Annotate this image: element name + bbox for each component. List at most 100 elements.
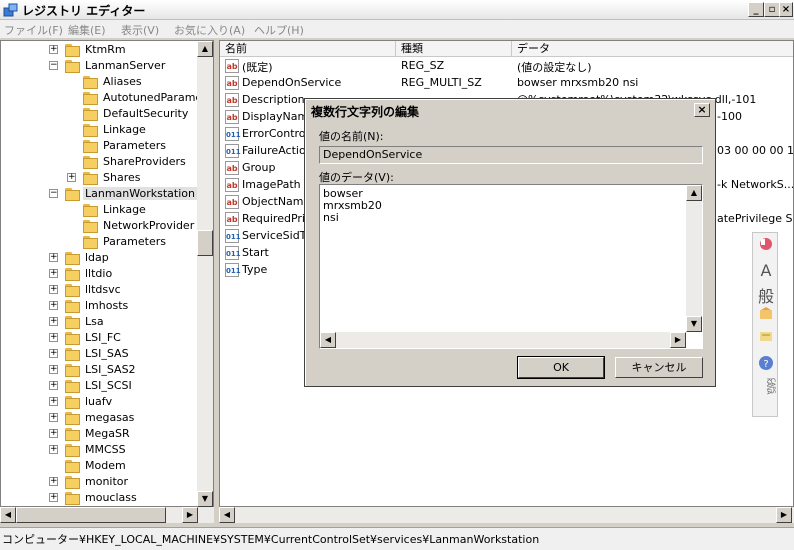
expand-icon[interactable]: + — [49, 397, 58, 406]
scroll-thumb[interactable] — [197, 230, 213, 256]
dialog-title-bar[interactable]: 複数行文字列の編集 × — [307, 101, 713, 119]
expand-icon[interactable]: + — [49, 253, 58, 262]
tree-item[interactable]: Parameters — [1, 234, 197, 250]
scroll-left-button[interactable]: ◀ — [0, 507, 16, 523]
tree-item[interactable]: + ldap — [1, 250, 197, 266]
textarea-vertical-scrollbar[interactable]: ▲ ▼ — [686, 185, 702, 332]
tree-item[interactable]: + LSI_SAS — [1, 346, 197, 362]
scroll-left-button[interactable]: ◀ — [320, 332, 336, 348]
expand-icon[interactable]: + — [49, 45, 58, 54]
scroll-left-button[interactable]: ◀ — [219, 507, 235, 523]
tree-item[interactable]: + mouclass — [1, 490, 197, 506]
string-value-icon: ab — [225, 212, 239, 226]
tree-item[interactable]: Parameters — [1, 138, 197, 154]
tree-item[interactable]: AutotunedParamet — [1, 90, 207, 106]
menu-edit[interactable]: 編集(E) — [68, 22, 106, 38]
tree-item[interactable]: + luafv — [1, 394, 197, 410]
tree-item-label: megasas — [85, 411, 135, 424]
textarea-horizontal-scrollbar[interactable]: ◀ ▶ — [320, 332, 686, 348]
close-window-button[interactable]: × — [779, 2, 793, 17]
expand-icon[interactable]: + — [49, 445, 58, 454]
menu-favorites[interactable]: お気に入り(A) — [174, 22, 245, 38]
list-horizontal-scrollbar[interactable]: ◀ ▶ — [219, 507, 794, 523]
expand-icon[interactable]: + — [67, 173, 76, 182]
expand-icon[interactable]: + — [49, 493, 58, 502]
tree-item-label: Parameters — [103, 139, 166, 152]
dialog-close-button[interactable]: × — [694, 103, 710, 117]
scroll-up-button[interactable]: ▲ — [197, 41, 213, 57]
value-data-textarea[interactable]: bowser mrxsmb20 nsi ▲ ▼ ◀ ▶ — [319, 184, 703, 349]
tree-item[interactable]: + MegaSR — [1, 426, 197, 442]
tree-item[interactable]: NetworkProvider — [1, 218, 197, 234]
scroll-right-button[interactable]: ▶ — [182, 507, 198, 523]
scroll-right-button[interactable]: ▶ — [670, 332, 686, 348]
menu-view[interactable]: 表示(V) — [121, 22, 159, 38]
minimize-button[interactable]: _ — [748, 2, 764, 17]
column-header-data[interactable]: データ — [512, 41, 793, 57]
registry-value-row[interactable]: ab DependOnService REG_MULTI_SZ bowser mrxs… — [220, 75, 793, 92]
expand-icon[interactable]: + — [49, 365, 58, 374]
column-header-type[interactable]: 種類 — [396, 41, 512, 57]
value-data: 03 00 00 00 14... — [717, 144, 794, 157]
expand-icon[interactable]: + — [49, 301, 58, 310]
ok-button[interactable]: OK — [517, 356, 605, 379]
tree-item[interactable]: Linkage — [1, 122, 197, 138]
menu-file[interactable]: ファイル(F) — [4, 22, 63, 38]
tree-horizontal-scrollbar[interactable]: ◀ ▶ — [0, 507, 214, 523]
menu-help[interactable]: ヘルプ(H) — [254, 22, 304, 38]
tree-item[interactable]: + KtmRm — [1, 42, 197, 58]
scroll-up-button[interactable]: ▲ — [686, 185, 702, 201]
expand-icon[interactable]: + — [49, 349, 58, 358]
tree-item[interactable]: + Shares — [1, 170, 197, 186]
folder-icon — [65, 460, 81, 473]
expand-icon[interactable]: + — [49, 477, 58, 486]
tree-item-label: LanmanServer — [85, 59, 166, 72]
tree-item[interactable]: ShareProviders — [1, 154, 197, 170]
tree-vertical-scrollbar[interactable]: ▲ ▼ — [197, 41, 213, 507]
tree-item[interactable]: DefaultSecurity — [1, 106, 197, 122]
tree-item-label: luafv — [85, 395, 113, 408]
expand-icon[interactable]: + — [49, 317, 58, 326]
tree-item[interactable]: Aliases — [1, 74, 197, 90]
folder-icon — [83, 156, 99, 169]
tree-item-label: Linkage — [103, 123, 146, 136]
registry-value-row[interactable]: ab (既定) REG_SZ (値の設定なし) — [220, 58, 793, 75]
tree-item[interactable]: + LSI_SAS2 — [1, 362, 197, 378]
collapse-icon[interactable]: − — [49, 61, 58, 70]
tree-item[interactable]: Linkage — [1, 202, 197, 218]
expand-icon[interactable]: + — [49, 285, 58, 294]
ime-input-icon[interactable] — [757, 237, 775, 254]
tree-item[interactable]: + LSI_SCSI — [1, 378, 197, 394]
tree-item[interactable]: + Lsa — [1, 314, 197, 330]
expand-icon[interactable]: + — [49, 429, 58, 438]
tree-item[interactable]: + LSI_FC — [1, 330, 197, 346]
tree-item[interactable]: + lltdio — [1, 266, 197, 282]
tree-item-label: NetworkProvider — [103, 219, 195, 232]
ime-tools-icon[interactable] — [757, 307, 775, 324]
scroll-right-button[interactable]: ▶ — [776, 507, 792, 523]
tree-item[interactable]: Modem — [1, 458, 197, 474]
tree-item[interactable]: + lltdsvc — [1, 282, 197, 298]
scroll-down-button[interactable]: ▼ — [686, 316, 702, 332]
scroll-down-button[interactable]: ▼ — [197, 491, 213, 507]
scroll-thumb[interactable] — [16, 507, 166, 523]
help-icon[interactable]: ? — [757, 355, 775, 374]
ime-conversion-mode[interactable]: 般 — [757, 283, 775, 307]
tree-item[interactable]: + megasas — [1, 410, 197, 426]
expand-icon[interactable]: + — [49, 413, 58, 422]
ime-mode-indicator[interactable]: A — [757, 261, 775, 280]
expand-icon[interactable]: + — [49, 269, 58, 278]
registry-tree-pane[interactable]: + KtmRm − LanmanServer Aliases AutotunedParam… — [0, 40, 214, 507]
maximize-button[interactable]: ▫ — [764, 2, 780, 17]
collapse-icon[interactable]: − — [49, 189, 58, 198]
tree-item[interactable]: + monitor — [1, 474, 197, 490]
expand-icon[interactable]: + — [49, 381, 58, 390]
cancel-button[interactable]: キャンセル — [615, 357, 703, 378]
ime-pad-icon[interactable] — [757, 329, 775, 346]
tree-item[interactable]: + lmhosts — [1, 298, 197, 314]
expand-icon[interactable]: + — [49, 333, 58, 342]
column-header-name[interactable]: 名前 — [220, 41, 396, 57]
tree-item[interactable]: + MMCSS — [1, 442, 197, 458]
tree-item[interactable]: − LanmanServer — [1, 58, 197, 74]
tree-item[interactable]: − LanmanWorkstation — [1, 186, 197, 202]
